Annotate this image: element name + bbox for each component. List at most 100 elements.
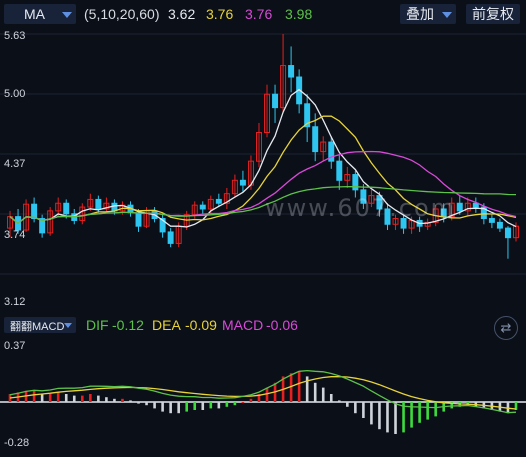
macd-bar [209,402,213,409]
candle-body [272,93,279,109]
ma-params: (5,10,20,60) [84,6,160,22]
price-tick-label: 5.00 [4,88,26,100]
macd-bar [32,390,36,402]
macd-bar [153,402,156,409]
macd-bar [177,402,180,414]
macd-bar [129,400,132,402]
overlay-button[interactable]: 叠加 [400,4,456,24]
macd-bar [137,402,140,404]
dea-label: DEA [152,317,181,333]
macd-bar [313,382,317,402]
macd-bar [297,371,301,402]
macd-bar [354,402,357,414]
candle-body [111,202,118,212]
ma5-value: 3.62 [168,6,196,22]
macd-header: 翻翻MACD DIF -0.12 DEA -0.09 MACD -0.06 [0,313,526,337]
adjust-label: 前复权 [472,6,514,22]
macd-value: -0.06 [266,317,298,333]
dea-value: -0.09 [185,317,217,333]
dif-line [9,369,517,414]
macd-bar [225,402,229,407]
macd-bar [64,394,68,402]
candle-body [336,160,343,181]
candle-body [352,174,359,191]
candle-body [215,198,222,204]
candle-body [456,202,463,212]
macd-bar [289,373,293,402]
chevron-down-icon [64,323,72,328]
chevron-down-icon [442,12,452,18]
ma10-value: 3.76 [206,6,234,22]
candle-body [288,65,295,78]
macd-bar [370,402,373,425]
candle-body [95,198,102,210]
macd-bar [265,387,269,402]
indicator-dropdown[interactable]: MA [4,4,76,24]
candle-body [167,231,174,244]
macd-bar [394,402,397,434]
price-tick-label: 3.74 [4,229,26,241]
toolbar: MA (5,10,20,60) 3.62 3.76 3.76 3.98 叠加 前… [0,0,526,28]
macd-bar [105,397,108,402]
macd-bar [426,402,429,420]
macd-bar [72,395,76,402]
macd-bar [145,402,148,406]
macd-bar [193,402,197,410]
macd-bar [48,394,52,402]
macd-bar [161,402,164,412]
candle-body [312,126,319,153]
price-tick-label: 4.37 [4,158,26,170]
macd-bar [217,402,221,409]
macd-bar [121,398,124,402]
macd-bar [362,402,365,418]
macd-bar [169,402,172,414]
price-tick-label: 3.12 [4,296,26,308]
macd-bar [80,395,84,402]
macd-bar [249,398,253,402]
macd-bar [241,402,245,403]
macd-bar [337,400,341,402]
macd-bar [418,402,421,423]
macd-indicator-label: 翻翻MACD [10,321,65,333]
candle-body [63,202,70,215]
macd-bar [97,395,100,402]
macd-bar [386,402,389,433]
macd-label: MACD [222,317,264,333]
macd-bar [185,402,189,412]
dea-line [9,375,517,410]
candle-body [496,221,503,229]
chevron-down-icon [62,12,72,18]
ma60-value: 3.98 [285,6,313,22]
indicator-label: MA [24,6,45,22]
price-tick-label: 5.63 [4,30,26,42]
price-chart[interactable] [0,28,526,312]
ma20-value: 3.76 [245,6,273,22]
macd-bar [233,402,237,406]
macd-tick-label: 0.37 [4,340,26,352]
macd-bar [201,402,205,410]
macd-bar [89,394,92,402]
macd-bar [346,402,349,407]
macd-indicator-dropdown[interactable]: 翻翻MACD [4,317,76,333]
macd-chart[interactable] [0,338,526,457]
macd-tick-label: -0.28 [4,437,30,449]
adjust-button[interactable]: 前复权 [466,4,520,24]
switch-indicator-icon[interactable]: ⇄ [494,316,518,340]
candle-body [504,227,511,239]
candle-body [31,203,38,220]
watermark: www.607.com [265,194,457,222]
macd-bar [113,398,116,402]
candle-body [239,179,246,186]
overlay-label: 叠加 [406,6,434,22]
macd-bar [329,394,333,402]
macd-bar [378,402,381,430]
macd-bar [40,394,44,402]
candle-body [199,204,206,210]
macd-bar [321,387,325,402]
dif-label: DIF [86,317,109,333]
macd-bar [410,402,413,428]
dif-value: -0.12 [112,317,144,333]
candle-body [135,212,142,227]
macd-bar [434,402,437,417]
candle-body [488,218,495,223]
